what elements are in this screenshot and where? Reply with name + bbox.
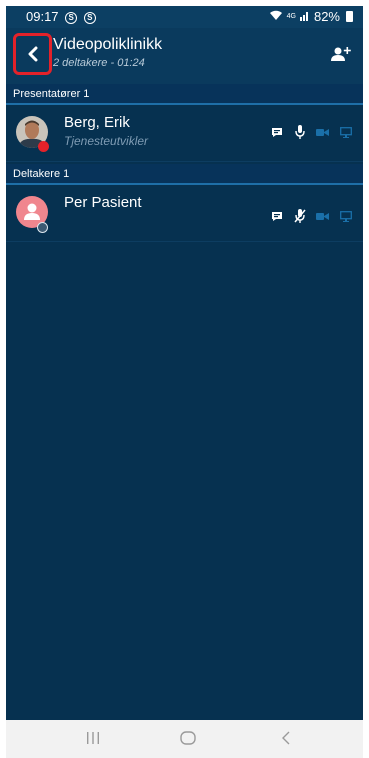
signal-icon — [299, 9, 310, 24]
skype-notification-icon: S — [65, 12, 78, 24]
network-type-label: 4G — [286, 13, 296, 20]
participant-controls — [265, 124, 357, 140]
participant-role: Tjenesteutvikler — [64, 134, 149, 148]
status-time: 09:17 — [26, 9, 59, 24]
participant-controls — [265, 208, 357, 224]
participant-name: Per Pasient — [64, 194, 142, 211]
video-camera-icon[interactable] — [311, 124, 334, 140]
chat-icon[interactable] — [265, 124, 288, 140]
call-status: 2 deltakere - 01:24 — [53, 57, 145, 69]
video-camera-icon[interactable] — [311, 208, 334, 224]
system-nav-bar — [6, 720, 363, 758]
app-header: Videopoliklinikk 2 deltakere - 01:24 — [6, 28, 363, 84]
screen-share-icon[interactable] — [334, 124, 357, 140]
chat-icon[interactable] — [265, 208, 288, 224]
skype-notification-icon-2: S — [83, 12, 96, 24]
section-participants-label: Deltakere 1 — [6, 164, 363, 185]
recording-status-dot — [38, 141, 49, 152]
back-button[interactable] — [13, 33, 52, 75]
status-bar: 09:17 S S 4G 82% — [6, 6, 363, 28]
info-badge-icon — [37, 222, 48, 233]
recent-apps-icon — [87, 732, 99, 744]
participant-row-patient[interactable]: Per Pasient — [6, 186, 363, 242]
participant-row-presenter[interactable]: Berg, Erik Tjenesteutvikler — [6, 106, 363, 162]
section-presenters-label: Presentatører 1 — [6, 84, 363, 105]
home-icon — [180, 731, 196, 745]
participant-name: Berg, Erik — [64, 114, 130, 131]
nav-back-button[interactable] — [281, 730, 291, 750]
back-arrow-icon — [282, 731, 290, 745]
battery-icon — [346, 11, 353, 22]
status-indicators: 4G 82% — [269, 9, 353, 24]
screen-share-icon[interactable] — [334, 208, 357, 224]
wifi-icon — [269, 10, 283, 24]
recent-apps-button[interactable] — [86, 730, 100, 750]
status-time-group: 09:17 S S — [26, 9, 96, 24]
battery-percent: 82% — [313, 9, 340, 24]
page-title: Videopoliklinikk — [53, 36, 163, 53]
chevron-left-icon — [28, 46, 37, 62]
home-button[interactable] — [180, 730, 196, 750]
app-screen: 09:17 S S 4G 82% Videopoliklinikk 2 delt… — [6, 6, 363, 720]
microphone-icon[interactable] — [288, 124, 311, 140]
microphone-muted-icon[interactable] — [288, 208, 311, 224]
add-participant-icon[interactable] — [331, 46, 351, 62]
